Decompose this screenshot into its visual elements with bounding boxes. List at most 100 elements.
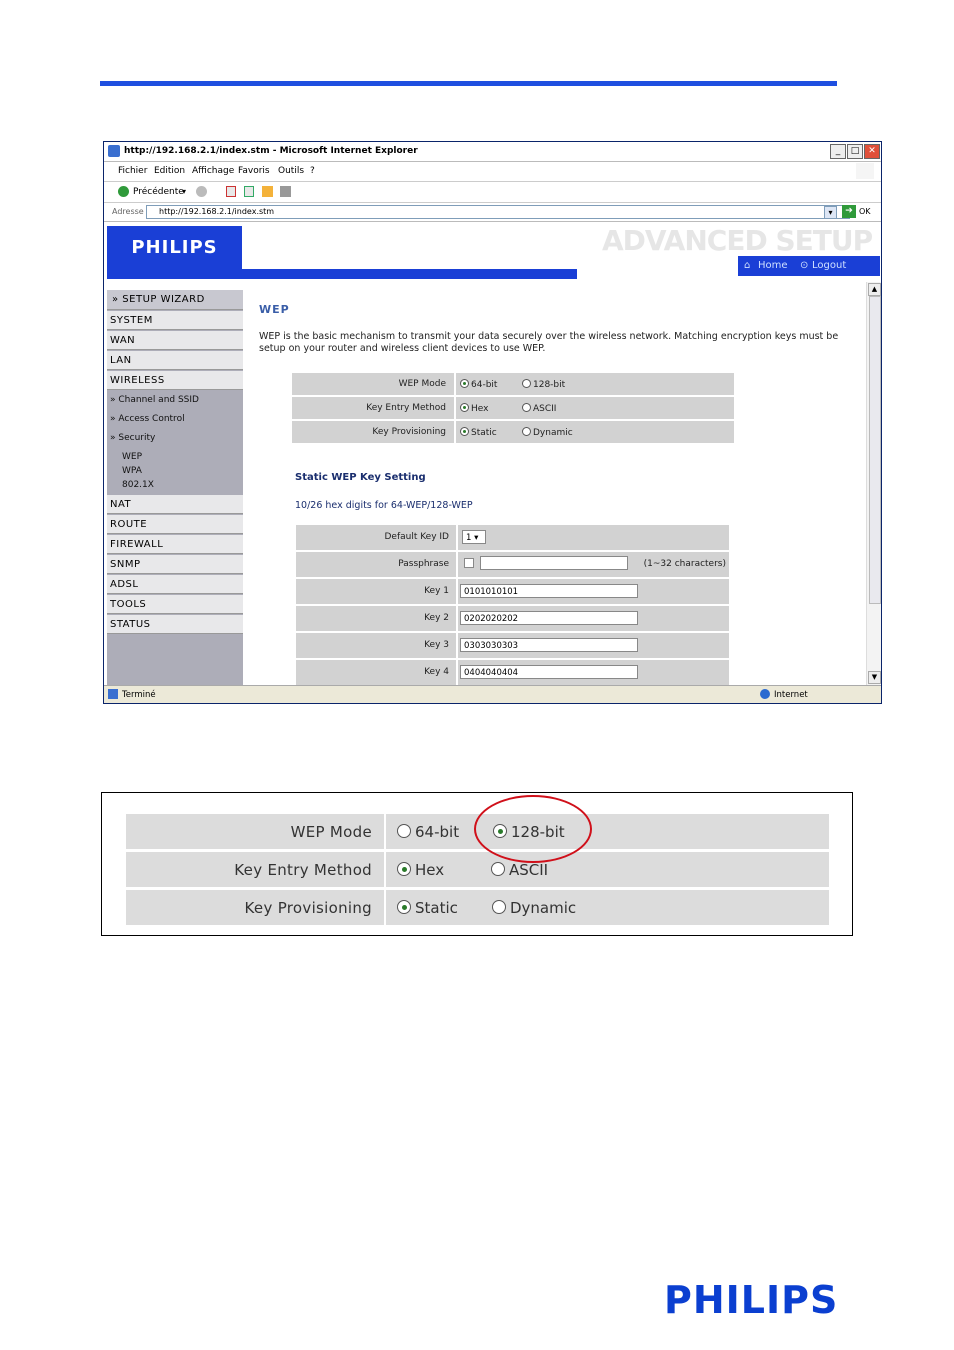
forward-arrow-icon[interactable] [196, 186, 207, 197]
page-description: WEP is the basic mechanism to transmit y… [259, 331, 839, 354]
sidebar-item-system[interactable]: SYSTEM [107, 311, 243, 330]
zoom-key-entry-hex-radio[interactable]: Hex [397, 861, 444, 879]
close-button[interactable]: ✕ [864, 144, 880, 159]
zoom-key-provisioning-dynamic-radio[interactable]: Dynamic [492, 899, 576, 917]
highlight-ellipse [474, 795, 592, 863]
key-entry-hex-radio[interactable]: Hex [460, 403, 488, 414]
sidebar-sub-channel-ssid[interactable]: » Channel and SSID [110, 395, 199, 405]
passphrase-row: Passphrase (1~32 characters) [296, 552, 729, 579]
scroll-up-icon[interactable]: ▲ [868, 283, 881, 296]
scroll-thumb[interactable] [869, 296, 881, 604]
default-key-select[interactable]: 1 ▾ [462, 530, 486, 544]
key-2-input[interactable]: 0202020202 [460, 611, 638, 625]
key-4-input[interactable]: 0404040404 [460, 665, 638, 679]
maximize-button[interactable]: □ [847, 144, 863, 159]
key-4-row: Key 4 0404040404 [296, 660, 729, 685]
window-titlebar: http://192.168.2.1/index.stm - Microsoft… [104, 142, 881, 162]
print-icon[interactable] [280, 186, 291, 197]
sidebar-item-wan[interactable]: WAN [107, 331, 243, 350]
refresh-icon[interactable] [244, 186, 254, 197]
back-dropdown-icon[interactable]: ▾ [182, 187, 186, 196]
passphrase-checkbox[interactable] [464, 558, 474, 568]
menu-bar: Fichier Edition Affichage Favoris Outils… [104, 162, 881, 182]
browser-window: http://192.168.2.1/index.stm - Microsoft… [103, 141, 882, 704]
windows-logo-icon [856, 163, 874, 179]
sidebar-sub-access-control[interactable]: » Access Control [110, 414, 185, 424]
scroll-down-icon[interactable]: ▼ [868, 671, 881, 684]
toolbar: Précédente ▾ [104, 182, 881, 203]
menu-favoris[interactable]: Favoris [238, 166, 270, 176]
logout-link-icon: ⊙ [800, 260, 809, 271]
home-icon[interactable] [262, 186, 273, 197]
wep-settings-table: WEP Mode 64-bit 128-bit Key Entry Method… [292, 373, 734, 445]
go-arrow-icon[interactable]: ➔ [842, 205, 856, 218]
page-header: ADVANCED SETUP [602, 224, 873, 257]
sidebar-item-tools[interactable]: TOOLS [107, 595, 243, 614]
go-button[interactable]: OK [859, 207, 871, 216]
wep-mode-128-radio[interactable]: 128-bit [522, 379, 565, 390]
passphrase-input[interactable] [480, 556, 628, 570]
static-key-table: Default Key ID 1 ▾ Passphrase (1~32 char… [296, 525, 729, 685]
stop-icon[interactable] [226, 186, 236, 197]
menu-outils[interactable]: Outils [278, 166, 304, 176]
address-label: Adresse [112, 207, 144, 216]
header-strip [107, 269, 577, 279]
page-scrollbar[interactable]: ▲ ▼ [866, 282, 881, 685]
key-provisioning-dynamic-radio[interactable]: Dynamic [522, 427, 573, 438]
sidebar-sub-wep[interactable]: WEP [122, 452, 142, 462]
zoom-key-provisioning-static-radio[interactable]: Static [397, 899, 458, 917]
key-1-row: Key 1 0101010101 [296, 579, 729, 606]
hex-digits-note: 10/26 hex digits for 64-WEP/128-WEP [295, 500, 473, 511]
key-provisioning-label: Key Provisioning [372, 427, 446, 437]
sidebar-item-lan[interactable]: LAN [107, 351, 243, 370]
sidebar-item-nat[interactable]: NAT [107, 495, 243, 514]
router-brand-logo: PHILIPS [107, 226, 242, 270]
menu-edition[interactable]: Edition [154, 166, 185, 176]
key-3-row: Key 3 0303030303 [296, 633, 729, 660]
sidebar-item-snmp[interactable]: SNMP [107, 555, 243, 574]
key-2-label: Key 2 [424, 613, 449, 623]
minimize-button[interactable]: _ [830, 144, 846, 159]
page-title: WEP [259, 303, 290, 316]
zoom-wep-mode-64-radio[interactable]: 64-bit [397, 823, 459, 841]
back-arrow-icon [118, 186, 129, 197]
key-entry-ascii-radio[interactable]: ASCII [522, 403, 556, 414]
page-done-icon [108, 689, 118, 699]
status-zone: Internet [774, 690, 808, 700]
ie-icon [108, 145, 120, 157]
header-nav: ⌂ Home ⊙ Logout [738, 256, 880, 276]
home-link[interactable]: Home [758, 260, 788, 271]
logout-link[interactable]: Logout [812, 260, 846, 271]
zoom-key-entry-ascii-radio[interactable]: ASCII [491, 861, 548, 879]
key-provisioning-static-radio[interactable]: Static [460, 427, 497, 438]
wep-mode-64-radio[interactable]: 64-bit [460, 379, 497, 390]
sidebar-item-firewall[interactable]: FIREWALL [107, 535, 243, 554]
back-button[interactable]: Précédente [133, 187, 184, 197]
zoom-key-entry-row: Key Entry Method Hex ASCII [126, 852, 829, 887]
sidebar-item-status[interactable]: STATUS [107, 615, 243, 634]
sidebar: » SETUP WIZARD SYSTEM WAN LAN WIRELESS »… [107, 290, 243, 685]
sidebar-sub-security[interactable]: » Security [110, 433, 155, 443]
wep-mode-row: WEP Mode 64-bit 128-bit [292, 373, 734, 397]
address-dropdown-icon[interactable]: ▾ [824, 206, 837, 219]
menu-affichage[interactable]: Affichage [192, 166, 234, 176]
default-key-row: Default Key ID 1 ▾ [296, 525, 729, 552]
menu-help[interactable]: ? [310, 166, 315, 176]
sidebar-sub-wpa[interactable]: WPA [122, 466, 142, 476]
sidebar-item-adsl[interactable]: ADSL [107, 575, 243, 594]
wep-mode-label: WEP Mode [398, 379, 446, 389]
address-input[interactable]: http://192.168.2.1/index.stm [146, 205, 850, 219]
passphrase-label: Passphrase [398, 559, 449, 569]
sidebar-sub-8021x[interactable]: 802.1X [122, 480, 154, 490]
sidebar-item-route[interactable]: ROUTE [107, 515, 243, 534]
home-link-icon: ⌂ [744, 260, 751, 271]
static-wep-title: Static WEP Key Setting [295, 472, 426, 483]
key-3-input[interactable]: 0303030303 [460, 638, 638, 652]
sidebar-setup-wizard[interactable]: » SETUP WIZARD [107, 290, 243, 310]
key-1-input[interactable]: 0101010101 [460, 584, 638, 598]
sidebar-item-wireless[interactable]: WIRELESS [107, 371, 243, 390]
internet-zone-icon [760, 689, 770, 699]
zoom-key-provisioning-row: Key Provisioning Static Dynamic [126, 890, 829, 925]
key-3-label: Key 3 [424, 640, 449, 650]
menu-fichier[interactable]: Fichier [118, 166, 147, 176]
